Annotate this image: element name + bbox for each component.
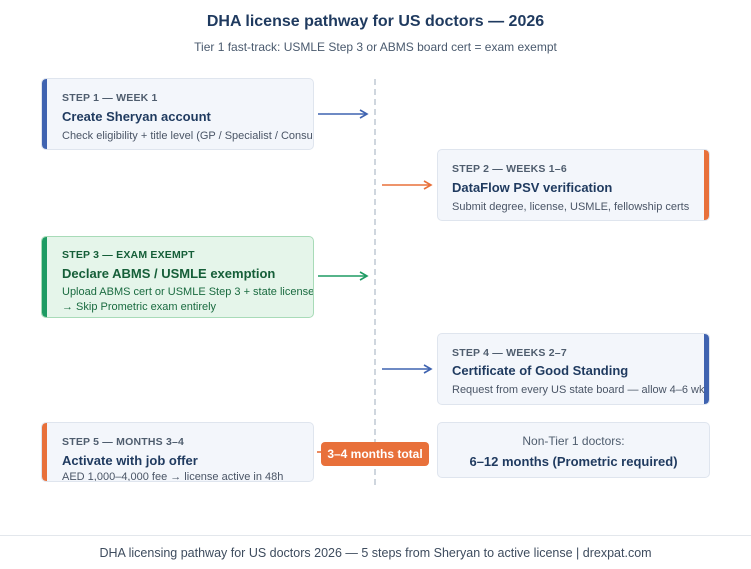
page-title: DHA license pathway for US doctors — 202… <box>206 13 545 30</box>
step-5-description: AED 1,000–4,000 fee → license active in … <box>62 471 284 482</box>
step-3-description: Upload ABMS cert or USMLE Step 3 + state… <box>62 286 314 298</box>
non-tier-1-label: Non-Tier 1 doctors: <box>522 434 625 448</box>
step-5-accent-bar <box>42 423 47 481</box>
step-4-label: STEP 4 — WEEKS 2–7 <box>452 347 567 359</box>
step-3-arrow <box>318 271 369 281</box>
step-2-title: DataFlow PSV verification <box>452 180 613 195</box>
step-3-accent-bar <box>42 237 47 317</box>
step-2-arrow <box>382 180 433 190</box>
step-1-description: Check eligibility + title level (GP / Sp… <box>62 130 314 142</box>
step-4-description: Request from every US state board — allo… <box>452 384 705 396</box>
step-1-title: Create Sheryan account <box>62 109 211 124</box>
step-4-card: STEP 4 — WEEKS 2–7 Certificate of Good S… <box>437 333 710 405</box>
step-2-description: Submit degree, license, USMLE, fellowshi… <box>452 201 690 213</box>
step-1-card: STEP 1 — WEEK 1 Create Sheryan account C… <box>41 78 314 150</box>
step-5-card: STEP 5 — MONTHS 3–4 Activate with job of… <box>41 422 314 482</box>
step-1-accent-bar <box>42 79 47 149</box>
footer-caption: DHA licensing pathway for US doctors 202… <box>99 546 652 560</box>
page-subtitle: Tier 1 fast-track: USMLE Step 3 or ABMS … <box>194 40 557 54</box>
step-2-card: STEP 2 — WEEKS 1–6 DataFlow PSV verifica… <box>437 149 710 221</box>
step-3-card: STEP 3 — EXAM EXEMPT Declare ABMS / USML… <box>41 236 314 318</box>
step-3-description-line-2: → Skip Prometric exam entirely <box>62 301 217 313</box>
step-5-label: STEP 5 — MONTHS 3–4 <box>62 436 185 448</box>
step-4-title: Certificate of Good Standing <box>452 363 629 378</box>
step-2-accent-bar <box>704 150 709 220</box>
non-tier-1-duration: 6–12 months (Prometric required) <box>469 454 678 469</box>
total-duration-badge: 3–4 months total <box>321 442 429 466</box>
footer-divider <box>0 535 751 536</box>
step-1-arrow <box>318 109 369 119</box>
non-tier-1-card: Non-Tier 1 doctors: 6–12 months (Prometr… <box>437 422 710 478</box>
step-3-label: STEP 3 — EXAM EXEMPT <box>62 249 195 261</box>
step-4-arrow <box>382 364 433 374</box>
timeline-line <box>374 79 376 485</box>
step-5-title: Activate with job offer <box>62 453 198 468</box>
step-2-label: STEP 2 — WEEKS 1–6 <box>452 163 567 175</box>
step-1-label: STEP 1 — WEEK 1 <box>62 92 158 104</box>
step-3-title: Declare ABMS / USMLE exemption <box>62 266 276 281</box>
